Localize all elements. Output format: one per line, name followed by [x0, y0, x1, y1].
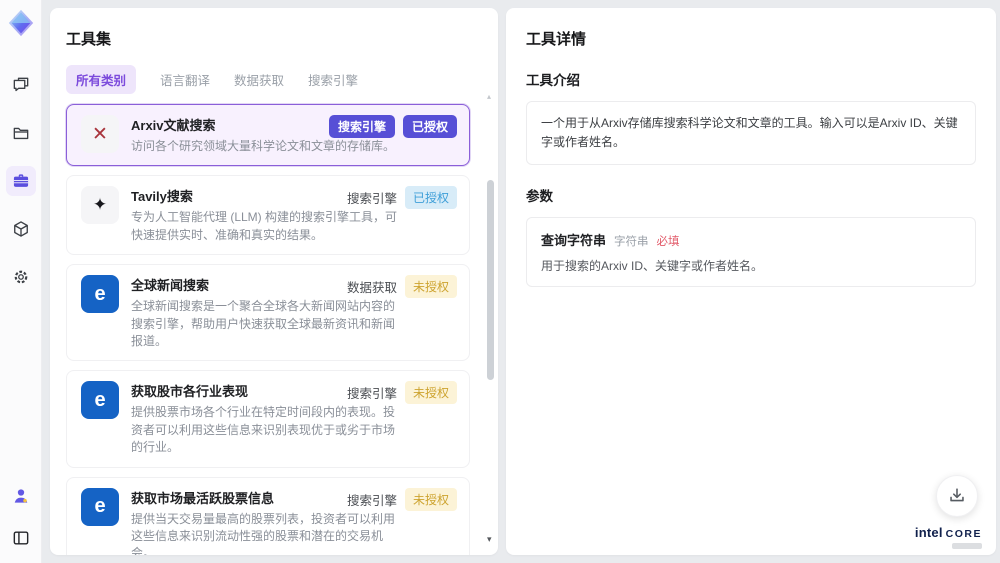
param-description: 用于搜索的Arxiv ID、关键字或作者姓名。	[541, 259, 764, 274]
arxiv-icon: ✕	[81, 115, 119, 153]
tool-intro-text: 一个用于从Arxiv存储库搜索科学论文和文章的工具。输入可以是Arxiv ID、…	[541, 116, 958, 150]
scroll-down-arrow[interactable]: ▾	[487, 534, 492, 545]
tool-description: 提供股票市场各个行业在特定时间段内的表现。投资者可以利用这些信息来识别表现优于或…	[131, 405, 396, 455]
tool-card[interactable]: e 全球新闻搜索 全球新闻搜索是一个聚合全球各大新闻网站内容的搜索引擎，帮助用户…	[66, 264, 470, 362]
param-card: 查询字符串 字符串 必填 用于搜索的Arxiv ID、关键字或作者姓名。	[526, 217, 976, 288]
tool-category-badge: 搜索引擎	[346, 192, 397, 207]
collapse-panel-icon[interactable]	[6, 523, 36, 553]
tool-intro-card: 一个用于从Arxiv存储库搜索科学论文和文章的工具。输入可以是Arxiv ID、…	[526, 101, 976, 166]
intel-logo-sub-badge	[952, 543, 982, 549]
sidebar-nav	[5, 70, 36, 292]
intel-core-logo: intel CORE	[915, 526, 982, 549]
tool-details-panel: 工具详情 工具介绍 一个用于从Arxiv存储库搜索科学论文和文章的工具。输入可以…	[506, 8, 996, 555]
scroll-up-arrow[interactable]: ▴	[487, 92, 491, 101]
app-window: 工具集 所有类别 语言翻译 数据获取 搜索引擎 ✕ Arxiv文献搜索 访问各个…	[0, 0, 1000, 563]
tool-details-title: 工具详情	[526, 31, 587, 48]
category-tab[interactable]: 搜索引擎	[308, 65, 358, 94]
tool-description: 专为人工智能代理 (LLM) 构建的搜索引擎工具，可快速提供实时、准确和真实的结…	[131, 210, 398, 242]
tool-card[interactable]: e 获取股市各行业表现 提供股票市场各个行业在特定时间段内的表现。投资者可以利用…	[66, 370, 470, 468]
app-logo-icon	[6, 8, 36, 38]
stock-icon: e	[81, 381, 119, 420]
chat-icon[interactable]	[6, 70, 36, 100]
user-avatar-icon[interactable]	[6, 481, 36, 511]
toolbox-icon[interactable]	[5, 166, 36, 196]
toolset-title: 工具集	[66, 31, 112, 48]
main-content: 工具集 所有类别 语言翻译 数据获取 搜索引擎 ✕ Arxiv文献搜索 访问各个…	[50, 8, 996, 555]
folder-icon[interactable]	[6, 118, 36, 148]
param-type: 字符串	[614, 236, 649, 249]
tool-category-badge: 搜索引擎	[346, 493, 397, 508]
tool-status-badge: 未授权	[404, 275, 457, 299]
tavily-icon: ✦	[81, 186, 119, 225]
news-icon: e	[81, 275, 119, 314]
tool-description: 全球新闻搜索是一个聚合全球各大新闻网站内容的搜索引擎，帮助用户快速获取全球最新资…	[131, 299, 396, 348]
category-tabs: 所有类别 语言翻译 数据获取 搜索引擎	[66, 65, 482, 94]
scrollbar-thumb[interactable]	[487, 180, 494, 380]
sidebar	[0, 0, 42, 563]
tool-card[interactable]: ✕ Arxiv文献搜索 访问各个研究领域大量科学论文和文章的存储库。 搜索引擎 …	[66, 104, 470, 167]
params-list: 查询字符串 字符串 必填 用于搜索的Arxiv ID、关键字或作者姓名。	[526, 217, 976, 288]
param-required-badge: 必填	[656, 236, 680, 249]
scrollbar: ▴ ▾	[486, 92, 495, 545]
stock-icon: e	[81, 487, 119, 526]
category-tab[interactable]: 语言翻译	[160, 65, 210, 94]
cube-icon[interactable]	[6, 214, 36, 244]
tool-description: 访问各个研究领域大量科学论文和文章的存储库。	[131, 139, 396, 153]
category-tab[interactable]: 数据获取	[234, 65, 284, 94]
param-name: 查询字符串	[541, 233, 607, 249]
tool-list: ✕ Arxiv文献搜索 访问各个研究领域大量科学论文和文章的存储库。 搜索引擎 …	[66, 104, 482, 555]
download-button[interactable]	[936, 475, 978, 517]
tool-description: 提供当天交易量最高的股票列表，投资者可以利用这些信息来识别流动性强的股票和潜在的…	[131, 511, 396, 555]
tool-status-badge: 已授权	[402, 115, 457, 138]
params-heading: 参数	[526, 189, 553, 205]
tool-card[interactable]: e 获取市场最活跃股票信息 提供当天交易量最高的股票列表，投资者可以利用这些信息…	[66, 476, 470, 555]
tool-card[interactable]: ✦ Tavily搜索 专为人工智能代理 (LLM) 构建的搜索引擎工具，可快速提…	[66, 175, 470, 256]
tool-category-badge: 数据获取	[346, 281, 397, 296]
tool-category-badge: 搜索引擎	[346, 387, 397, 402]
settings-gear-icon[interactable]	[6, 262, 36, 292]
tool-intro-heading: 工具介绍	[526, 73, 580, 88]
category-tab[interactable]: 所有类别	[66, 65, 137, 94]
toolset-panel: 工具集 所有类别 语言翻译 数据获取 搜索引擎 ✕ Arxiv文献搜索 访问各个…	[50, 8, 498, 555]
tool-status-badge: 已授权	[404, 186, 457, 210]
tool-status-badge: 未授权	[404, 381, 457, 405]
tool-category-badge: 搜索引擎	[328, 115, 395, 138]
tool-status-badge: 未授权	[404, 487, 457, 511]
sidebar-bottom	[6, 481, 36, 553]
